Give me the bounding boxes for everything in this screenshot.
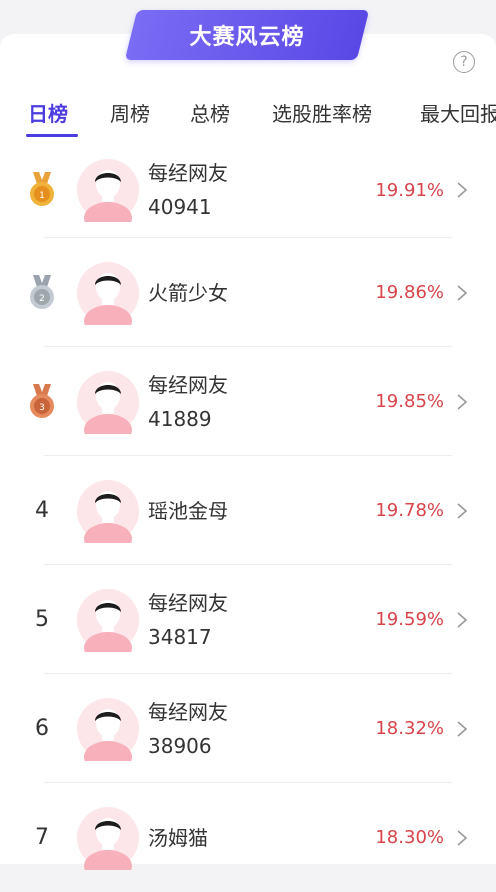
user-name-block: 瑶池金母 xyxy=(148,456,228,565)
user-name-block: 每经网友 40941 xyxy=(148,142,228,238)
gold-medal-icon: 1 xyxy=(30,172,54,206)
chevron-right-icon xyxy=(457,284,468,301)
tab-stock-win-rate[interactable]: 选股胜率榜 xyxy=(272,98,372,127)
ranking-row[interactable]: 5 每经网友 34817 19.59% xyxy=(0,565,496,674)
user-name-number: 40941 xyxy=(148,195,212,219)
user-name-number: 38906 xyxy=(148,733,212,758)
avatar xyxy=(77,261,139,325)
tab-total[interactable]: 总榜 xyxy=(190,98,230,127)
silver-medal-icon: 2 xyxy=(30,274,54,309)
chevron-right-icon xyxy=(457,829,468,846)
user-name: 火箭少女 xyxy=(148,280,228,305)
user-name-block: 汤姆猫 xyxy=(148,783,208,892)
banner-title: 大赛风云榜 xyxy=(189,25,305,50)
tab-weekly[interactable]: 周榜 xyxy=(110,98,150,127)
user-name: 每经网友 xyxy=(148,699,228,724)
user-name-number: 34817 xyxy=(148,624,212,649)
ranking-row[interactable]: 7 汤姆猫 18.30% xyxy=(0,783,496,892)
svg-text:1: 1 xyxy=(39,191,45,201)
help-icon[interactable]: ? xyxy=(453,51,475,73)
return-percent: 19.91% xyxy=(375,179,444,201)
return-percent: 19.85% xyxy=(375,391,444,412)
user-name: 汤姆猫 xyxy=(148,825,208,850)
ranking-row[interactable]: 6 每经网友 38906 18.32% xyxy=(0,674,496,783)
ranking-row[interactable]: 1 每经网友 40941 19.91% xyxy=(0,142,496,238)
tab-max-return[interactable]: 最大回报 xyxy=(420,98,496,127)
active-tab-indicator xyxy=(26,134,78,137)
return-percent: 19.78% xyxy=(375,500,444,521)
return-percent: 18.32% xyxy=(375,718,444,739)
user-name: 每经网友 xyxy=(148,372,228,397)
rank-cell: 2 xyxy=(24,238,60,347)
svg-text:3: 3 xyxy=(39,403,45,413)
avatar xyxy=(77,370,139,434)
user-name: 瑶池金母 xyxy=(148,498,228,523)
user-name: 每经网友 xyxy=(148,590,228,615)
avatar xyxy=(77,588,139,652)
chevron-right-icon xyxy=(457,182,468,198)
chevron-right-icon xyxy=(457,720,468,737)
chevron-right-icon xyxy=(457,611,468,628)
ranking-row[interactable]: 3 每经网友 41889 19.85% xyxy=(0,347,496,456)
avatar xyxy=(77,697,139,761)
rank-number: 7 xyxy=(35,825,49,850)
rank-number: 6 xyxy=(35,716,49,741)
chevron-right-icon xyxy=(457,393,468,410)
ranking-row[interactable]: 2 火箭少女 19.86% xyxy=(0,238,496,347)
avatar xyxy=(77,806,139,870)
user-name-block: 每经网友 34817 xyxy=(148,565,228,674)
tab-bar: 日榜 周榜 总榜 选股胜率榜 最大回报 xyxy=(0,92,496,142)
user-name-block: 火箭少女 xyxy=(148,238,228,347)
user-name-block: 每经网友 41889 xyxy=(148,347,228,456)
bronze-medal-icon: 3 xyxy=(30,383,54,418)
chevron-right-icon xyxy=(457,502,468,519)
user-name: 每经网友 xyxy=(148,161,228,185)
return-percent: 19.59% xyxy=(375,609,444,630)
rank-cell: 1 xyxy=(24,142,60,238)
ranking-list: 1 每经网友 40941 19.91% 2 火箭少女 19.86% 3 每经网友… xyxy=(0,142,496,892)
ranking-row[interactable]: 4 瑶池金母 19.78% xyxy=(0,456,496,565)
tab-daily[interactable]: 日榜 xyxy=(28,98,68,127)
user-name-number: 41889 xyxy=(148,406,212,431)
avatar xyxy=(77,479,139,543)
return-percent: 19.86% xyxy=(375,282,444,303)
avatar xyxy=(77,159,139,222)
user-name-block: 每经网友 38906 xyxy=(148,674,228,783)
rank-number: 5 xyxy=(35,607,49,632)
rank-number: 4 xyxy=(35,498,49,523)
rank-cell: 3 xyxy=(24,347,60,456)
return-percent: 18.30% xyxy=(375,827,444,848)
svg-text:2: 2 xyxy=(39,294,45,304)
